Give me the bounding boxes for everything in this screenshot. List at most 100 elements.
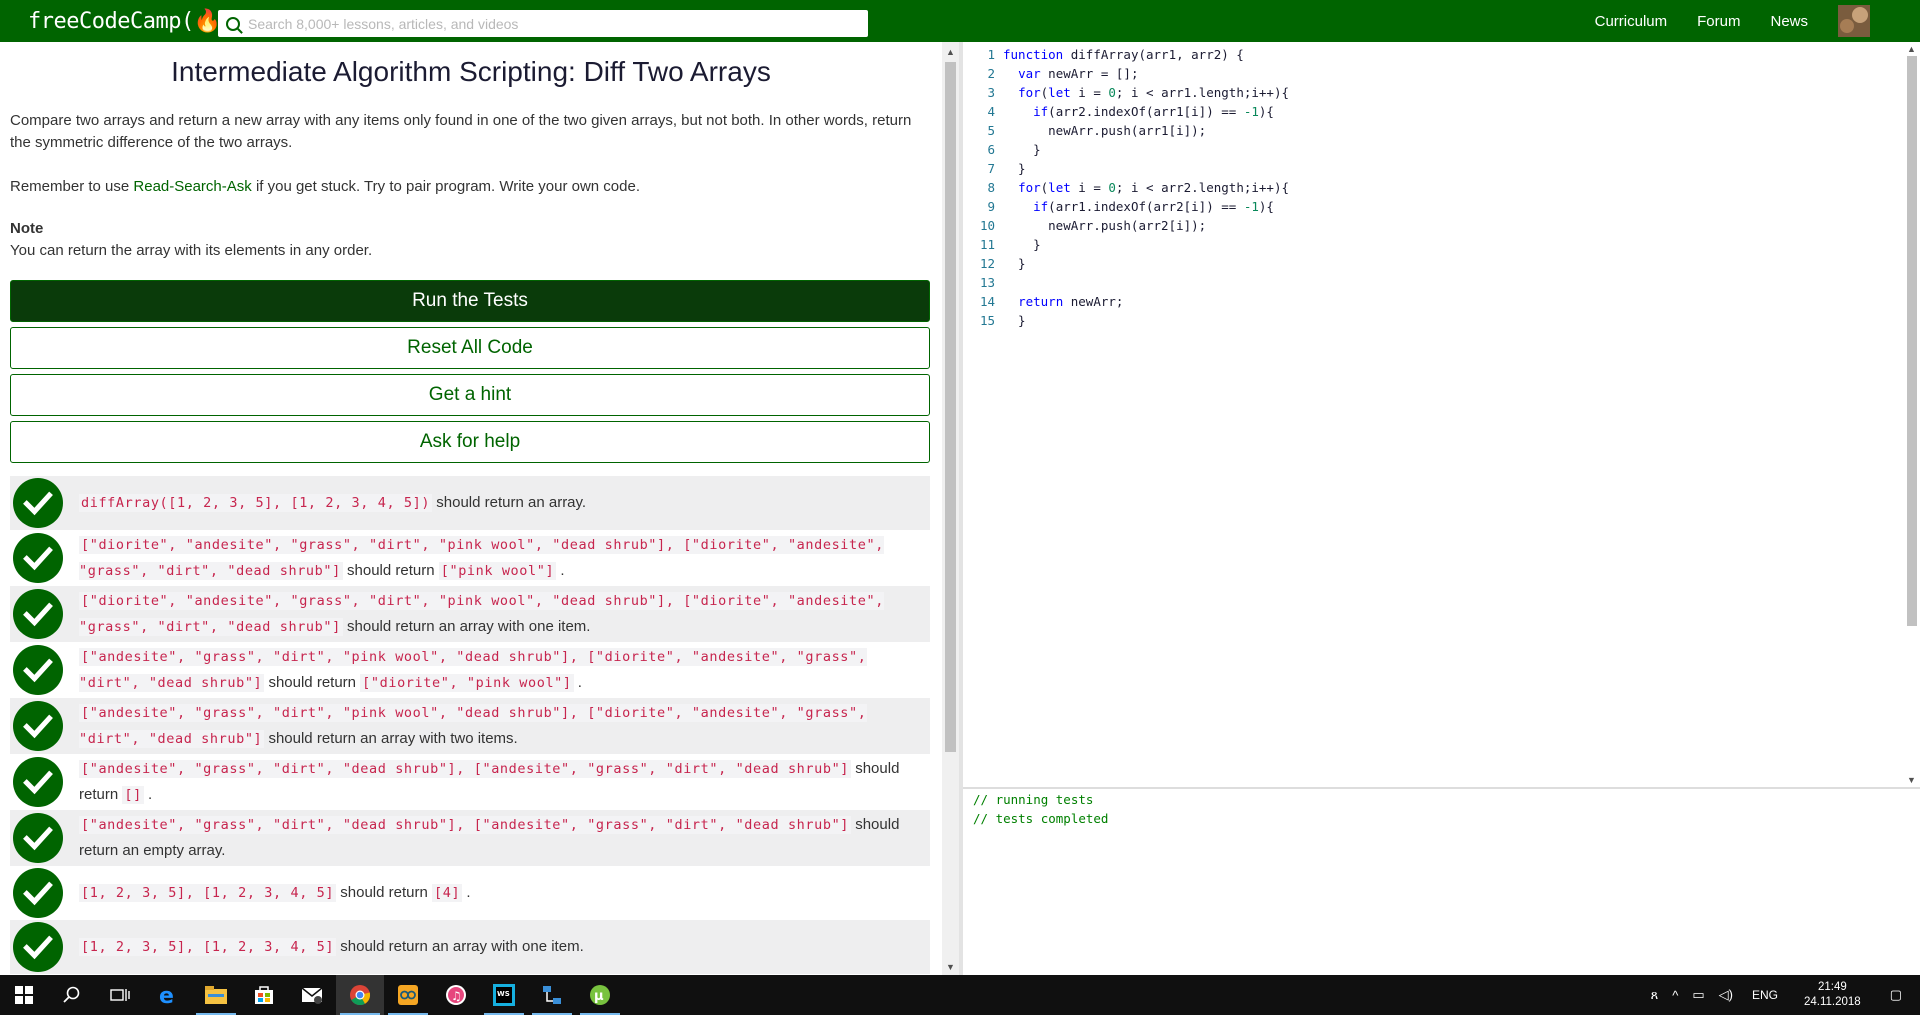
editor-scroll-down-icon[interactable]: ▼ xyxy=(1907,775,1916,785)
line-number: 7 xyxy=(987,161,995,176)
scrollbar-thumb[interactable] xyxy=(945,62,956,752)
code-text[interactable]: var newArr = []; xyxy=(1003,64,1138,83)
chrome-icon[interactable] xyxy=(336,975,384,1015)
code-line[interactable]: 9 if(arr1.indexOf(arr2[i]) == -1){ xyxy=(963,197,1903,216)
network-icon[interactable]: ▭ xyxy=(1692,987,1704,1003)
code-text[interactable]: function diffArray(arr1, arr2) { xyxy=(1003,45,1244,64)
nav-link-news[interactable]: News xyxy=(1770,13,1808,30)
mail-icon[interactable] xyxy=(288,975,336,1015)
check-icon xyxy=(13,645,63,695)
code-line[interactable]: 12 } xyxy=(963,254,1903,273)
test-description: should return xyxy=(264,674,361,691)
line-number: 2 xyxy=(987,66,995,81)
code-line[interactable]: 4 if(arr2.indexOf(arr1[i]) == -1){ xyxy=(963,102,1903,121)
code-line[interactable]: 3 for(let i = 0; i < arr1.length;i++){ xyxy=(963,83,1903,102)
remember-prefix: Remember to use xyxy=(10,178,134,195)
code-line[interactable]: 7 } xyxy=(963,159,1903,178)
chevron-up-icon[interactable]: ^ xyxy=(1672,988,1678,1003)
code-text[interactable]: } xyxy=(1003,311,1026,330)
code-line[interactable]: 11 } xyxy=(963,235,1903,254)
test-expected: [4] xyxy=(432,884,463,902)
code-text[interactable]: return newArr; xyxy=(1003,292,1123,311)
search-input[interactable] xyxy=(248,15,848,32)
test-row: ["andesite", "grass", "dirt", "dead shru… xyxy=(10,754,930,810)
remember-text: Remember to use Read-Search-Ask if you g… xyxy=(10,176,932,198)
test-code: ["andesite", "grass", "dirt", "dead shru… xyxy=(79,816,852,834)
edge-icon[interactable]: e xyxy=(144,975,192,1015)
read-search-ask-link[interactable]: Read-Search-Ask xyxy=(133,178,251,195)
fcc-logo[interactable]: freeCodeCamp(🔥) xyxy=(28,9,234,34)
user-avatar[interactable] xyxy=(1838,5,1870,37)
code-line[interactable]: 10 newArr.push(arr2[i]); xyxy=(963,216,1903,235)
editor-scrollbar[interactable]: ▲ ▼ xyxy=(1903,42,1920,787)
utorrent-icon[interactable]: µ xyxy=(576,975,624,1015)
code-line[interactable]: 6 } xyxy=(963,140,1903,159)
arduino-icon[interactable] xyxy=(384,975,432,1015)
search-bar[interactable] xyxy=(218,10,868,37)
ask-help-button[interactable]: Ask for help xyxy=(10,421,930,463)
start-icon[interactable] xyxy=(0,975,48,1015)
task-view-icon[interactable] xyxy=(96,975,144,1015)
windows-taskbar: e ♫ WS µ ጸ ^ ▭ ◁) ENG 21:49 24.11.2018 ▢ xyxy=(0,975,1920,1015)
code-text[interactable]: } xyxy=(1003,254,1026,273)
test-tail: . xyxy=(573,674,582,691)
top-navbar: freeCodeCamp(🔥) Curriculum Forum News xyxy=(0,0,1920,42)
code-line[interactable]: 2 var newArr = []; xyxy=(963,64,1903,83)
code-line[interactable]: 1 function diffArray(arr1, arr2) { xyxy=(963,45,1903,64)
code-text[interactable]: newArr.push(arr1[i]); xyxy=(1003,121,1206,140)
code-line[interactable]: 15 } xyxy=(963,311,1903,330)
people-icon[interactable]: ጸ xyxy=(1651,987,1659,1003)
code-text[interactable]: if(arr1.indexOf(arr2[i]) == -1){ xyxy=(1003,197,1274,216)
code-text[interactable]: for(let i = 0; i < arr2.length;i++){ xyxy=(1003,178,1289,197)
check-icon xyxy=(13,868,63,918)
itunes-icon[interactable]: ♫ xyxy=(432,975,480,1015)
line-number: 14 xyxy=(979,294,995,309)
check-icon xyxy=(13,701,63,751)
test-tail: . xyxy=(462,884,471,901)
code-text[interactable]: } xyxy=(1003,140,1041,159)
remember-suffix: if you get stuck. Try to pair program. W… xyxy=(251,178,640,195)
test-row: ["diorite", "andesite", "grass", "dirt",… xyxy=(10,530,930,586)
reset-code-button[interactable]: Reset All Code xyxy=(10,327,930,369)
nav-link-forum[interactable]: Forum xyxy=(1697,13,1740,30)
output-console: // running tests // tests completed xyxy=(963,789,1920,975)
run-tests-button[interactable]: Run the Tests xyxy=(10,280,930,322)
code-line[interactable]: 14 return newArr; xyxy=(963,292,1903,311)
line-number: 4 xyxy=(987,104,995,119)
test-tail: . xyxy=(143,786,153,803)
clock-date: 24.11.2018 xyxy=(1804,996,1861,1008)
test-text: diffArray([1, 2, 3, 5], [1, 2, 3, 4, 5])… xyxy=(79,490,592,516)
volume-icon[interactable]: ◁) xyxy=(1719,987,1733,1003)
note-heading: Note xyxy=(10,220,44,237)
editor-scroll-up-icon[interactable]: ▲ xyxy=(1907,44,1916,54)
code-text[interactable]: } xyxy=(1003,159,1026,178)
network-tool-icon[interactable] xyxy=(528,975,576,1015)
challenge-pane: Intermediate Algorithm Scripting: Diff T… xyxy=(0,42,942,975)
challenge-title: Intermediate Algorithm Scripting: Diff T… xyxy=(171,56,771,87)
store-icon[interactable] xyxy=(240,975,288,1015)
code-text[interactable]: newArr.push(arr2[i]); xyxy=(1003,216,1206,235)
language-indicator[interactable]: ENG xyxy=(1752,988,1778,1002)
nav-link-curriculum[interactable]: Curriculum xyxy=(1595,13,1668,30)
test-description: should return an array with one item. xyxy=(342,618,591,635)
code-text[interactable]: } xyxy=(1003,235,1041,254)
code-line[interactable]: 8 for(let i = 0; i < arr2.length;i++){ xyxy=(963,178,1903,197)
code-line[interactable]: 5 newArr.push(arr1[i]); xyxy=(963,121,1903,140)
webstorm-icon[interactable]: WS xyxy=(480,975,528,1015)
code-text[interactable]: for(let i = 0; i < arr1.length;i++){ xyxy=(1003,83,1289,102)
notifications-icon[interactable]: ▢ xyxy=(1890,987,1902,1003)
code-editor[interactable]: 1 function diffArray(arr1, arr2) {2 var n… xyxy=(963,42,1903,787)
clock[interactable]: 21:49 24.11.2018 xyxy=(1804,980,1861,1010)
check-icon xyxy=(13,813,63,863)
scroll-down-icon[interactable]: ▼ xyxy=(946,962,955,972)
code-lines[interactable]: 1 function diffArray(arr1, arr2) {2 var n… xyxy=(963,45,1903,330)
test-row: ["andesite", "grass", "dirt", "dead shru… xyxy=(10,810,930,866)
code-line[interactable]: 13 xyxy=(963,273,1903,292)
file-explorer-icon[interactable] xyxy=(192,975,240,1015)
challenge-scrollbar[interactable]: ▲ ▼ xyxy=(942,42,959,975)
scroll-up-icon[interactable]: ▲ xyxy=(946,47,955,57)
get-hint-button[interactable]: Get a hint xyxy=(10,374,930,416)
code-text[interactable]: if(arr2.indexOf(arr1[i]) == -1){ xyxy=(1003,102,1274,121)
editor-scrollbar-thumb[interactable] xyxy=(1907,56,1917,626)
search-icon[interactable] xyxy=(48,975,96,1015)
